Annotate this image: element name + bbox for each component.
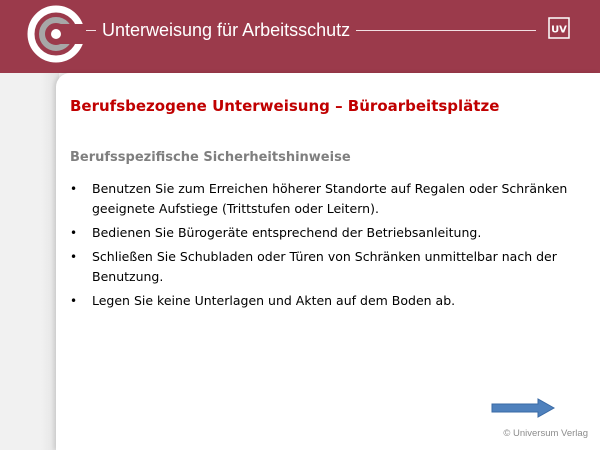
uv-badge-icon: UV bbox=[548, 17, 570, 39]
slide-screen: Unterweisung für Arbeitsschutz UV Berufs… bbox=[0, 0, 600, 450]
uv-badge-text: UV bbox=[551, 25, 567, 36]
arrow-right-icon[interactable] bbox=[490, 397, 556, 419]
bullet-text: Bedienen Sie Bürogeräte entsprechend der… bbox=[92, 225, 482, 240]
bullet-dot: • bbox=[70, 226, 78, 240]
bullet-dot: • bbox=[70, 250, 78, 264]
bullet-text: Legen Sie keine Unterlagen und Akten auf… bbox=[92, 293, 456, 308]
bullet-item: • Bedienen Sie Bürogeräte entsprechend d… bbox=[70, 223, 570, 243]
bullet-item: • Benutzen Sie zum Erreichen höherer Sta… bbox=[70, 179, 570, 219]
bullet-dot: • bbox=[70, 182, 78, 196]
bullet-dot: • bbox=[70, 294, 78, 308]
bullet-text: Benutzen Sie zum Erreichen höherer Stand… bbox=[92, 181, 568, 216]
bullet-item: • Legen Sie keine Unterlagen und Akten a… bbox=[70, 291, 570, 311]
circle-logo-icon bbox=[27, 5, 86, 63]
bullet-text: Schließen Sie Schubladen oder Türen von … bbox=[92, 249, 557, 284]
bullet-list: • Benutzen Sie zum Erreichen höherer Sta… bbox=[70, 179, 570, 315]
slide-subtitle: Berufsspezifische Sicherheitshinweise bbox=[70, 150, 351, 165]
slide-title: Berufsbezogene Unterweisung – Büroarbeit… bbox=[70, 97, 500, 115]
bullet-item: • Schließen Sie Schubladen oder Türen vo… bbox=[70, 247, 570, 287]
header-title: Unterweisung für Arbeitsschutz bbox=[96, 15, 357, 45]
copyright-text: © Universum Verlag bbox=[503, 428, 588, 439]
